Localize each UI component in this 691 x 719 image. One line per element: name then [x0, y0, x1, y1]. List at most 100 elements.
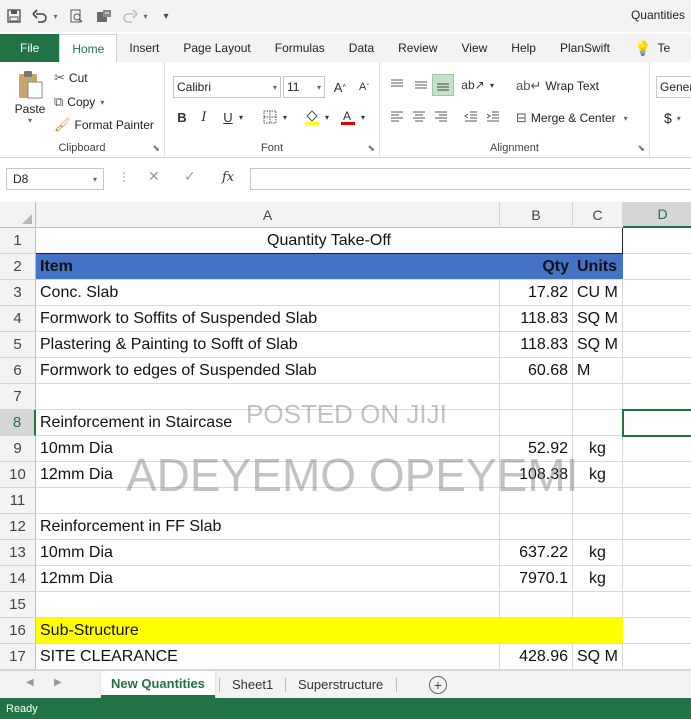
column-title-cell[interactable]: Item	[36, 254, 500, 280]
table-cell[interactable]	[623, 280, 691, 306]
align-top-button[interactable]	[386, 74, 408, 96]
table-cell[interactable]	[573, 488, 623, 514]
orientation-dropdown[interactable]: ▾	[486, 74, 498, 96]
column-title-cell[interactable]: Units	[573, 254, 623, 280]
table-cell[interactable]: kg	[573, 566, 623, 592]
table-cell[interactable]	[573, 618, 623, 644]
table-cell[interactable]: Formwork to Soffits of Suspended Slab	[36, 306, 500, 332]
table-cell[interactable]: SQ M	[573, 306, 623, 332]
increase-indent-button[interactable]	[482, 106, 504, 128]
customize-toolbar-icon[interactable]: ▾	[152, 2, 180, 30]
paste-button[interactable]: Paste ▾	[10, 70, 50, 125]
select-all-button[interactable]	[0, 202, 36, 228]
table-cell[interactable]: Conc. Slab	[36, 280, 500, 306]
table-cell[interactable]	[500, 488, 573, 514]
table-cell[interactable]	[573, 514, 623, 540]
cancel-icon[interactable]: ✕	[148, 168, 160, 185]
fill-color-button[interactable]	[301, 106, 323, 128]
table-cell[interactable]: SQ M	[573, 644, 623, 670]
scroll-left-icon[interactable]: ◀	[26, 677, 34, 688]
table-cell[interactable]: 12mm Dia	[36, 566, 500, 592]
row-header[interactable]: 6	[0, 358, 36, 384]
row-header[interactable]: 11	[0, 488, 36, 514]
fill-color-dropdown[interactable]: ▾	[321, 106, 333, 128]
font-color-dropdown[interactable]: ▾	[357, 106, 369, 128]
tab-page-layout[interactable]: Page Layout	[171, 34, 262, 62]
tab-review[interactable]: Review	[386, 34, 449, 62]
format-painter-button[interactable]: 🖌 Format Painter	[54, 117, 154, 133]
row-header[interactable]: 5	[0, 332, 36, 358]
tab-planswift[interactable]: PlanSwift	[548, 34, 622, 62]
table-cell[interactable]	[623, 436, 691, 462]
tab-data[interactable]: Data	[337, 34, 386, 62]
table-cell[interactable]	[623, 644, 691, 670]
tab-home[interactable]: Home	[59, 34, 118, 62]
row-header[interactable]: 12	[0, 514, 36, 540]
table-cell[interactable]: Sub-Structure	[36, 618, 500, 644]
table-cell[interactable]: Reinforcement in Staircase	[36, 410, 500, 436]
table-cell[interactable]: 637.22	[500, 540, 573, 566]
table-cell[interactable]: kg	[573, 462, 623, 488]
table-cell[interactable]	[623, 228, 691, 254]
tab-file[interactable]: File	[0, 34, 60, 62]
table-cell[interactable]	[623, 306, 691, 332]
tab-insert[interactable]: Insert	[117, 34, 171, 62]
shrink-font-button[interactable]: Aˇ	[353, 76, 375, 98]
row-header[interactable]: 13	[0, 540, 36, 566]
table-cell[interactable]	[623, 514, 691, 540]
table-cell[interactable]	[623, 462, 691, 488]
table-cell[interactable]	[623, 540, 691, 566]
currency-button[interactable]: $ ▾	[664, 110, 681, 126]
table-cell[interactable]	[623, 384, 691, 410]
underline-dropdown[interactable]: ▾	[235, 106, 247, 128]
row-header[interactable]: 2	[0, 254, 36, 280]
table-cell[interactable]: kg	[573, 436, 623, 462]
table-cell[interactable]: 52.92	[500, 436, 573, 462]
alignment-dialog-launcher-icon[interactable]: ⬊	[637, 143, 645, 154]
table-cell[interactable]	[623, 566, 691, 592]
row-header[interactable]: 4	[0, 306, 36, 332]
tab-view[interactable]: View	[450, 34, 500, 62]
table-cell[interactable]	[500, 410, 573, 436]
bold-button[interactable]: B	[171, 106, 193, 128]
grow-font-button[interactable]: A ^	[329, 76, 351, 98]
number-format-select[interactable]: Gener	[656, 76, 691, 98]
share-icon[interactable]	[90, 2, 118, 30]
column-header-a[interactable]: A	[36, 202, 500, 228]
redo-icon[interactable]: ▾	[118, 2, 152, 30]
table-cell[interactable]	[573, 592, 623, 618]
table-cell[interactable]: 17.82	[500, 280, 573, 306]
merge-center-button[interactable]: ⊟ Merge & Center ▾	[516, 110, 628, 126]
table-cell[interactable]	[573, 384, 623, 410]
column-header-b[interactable]: B	[500, 202, 573, 228]
table-cell[interactable]	[500, 514, 573, 540]
table-cell[interactable]: CU M	[573, 280, 623, 306]
table-cell[interactable]	[500, 592, 573, 618]
table-cell[interactable]	[623, 488, 691, 514]
table-cell[interactable]	[623, 618, 691, 644]
sheet-title-cell[interactable]: Quantity Take-Off	[36, 228, 623, 254]
row-header[interactable]: 14	[0, 566, 36, 592]
font-name-select[interactable]: Calibri ▾	[173, 76, 281, 98]
sheet-tab-new-quantities[interactable]: New Quantities	[101, 671, 215, 698]
decrease-indent-button[interactable]	[460, 106, 482, 128]
formula-input[interactable]	[250, 168, 691, 190]
table-cell[interactable]	[36, 488, 500, 514]
table-cell[interactable]	[623, 592, 691, 618]
cut-button[interactable]: ✂ Cut	[54, 70, 88, 86]
table-cell[interactable]: 118.83	[500, 332, 573, 358]
copy-button[interactable]: ⧉ Copy ▾	[54, 94, 104, 110]
enter-icon[interactable]: ✓	[184, 168, 196, 185]
table-cell[interactable]: 10mm Dia	[36, 436, 500, 462]
table-cell[interactable]: Reinforcement in FF Slab	[36, 514, 500, 540]
row-header[interactable]: 17	[0, 644, 36, 670]
undo-icon[interactable]: ▾	[28, 2, 62, 30]
column-header-d[interactable]: D	[623, 202, 691, 228]
align-bottom-button[interactable]	[432, 74, 454, 96]
table-cell[interactable]	[573, 410, 623, 436]
row-header[interactable]: 7	[0, 384, 36, 410]
table-cell[interactable]: 428.96	[500, 644, 573, 670]
align-middle-button[interactable]	[410, 74, 432, 96]
font-size-select[interactable]: 11 ▾	[283, 76, 325, 98]
italic-button[interactable]: I	[193, 106, 215, 128]
